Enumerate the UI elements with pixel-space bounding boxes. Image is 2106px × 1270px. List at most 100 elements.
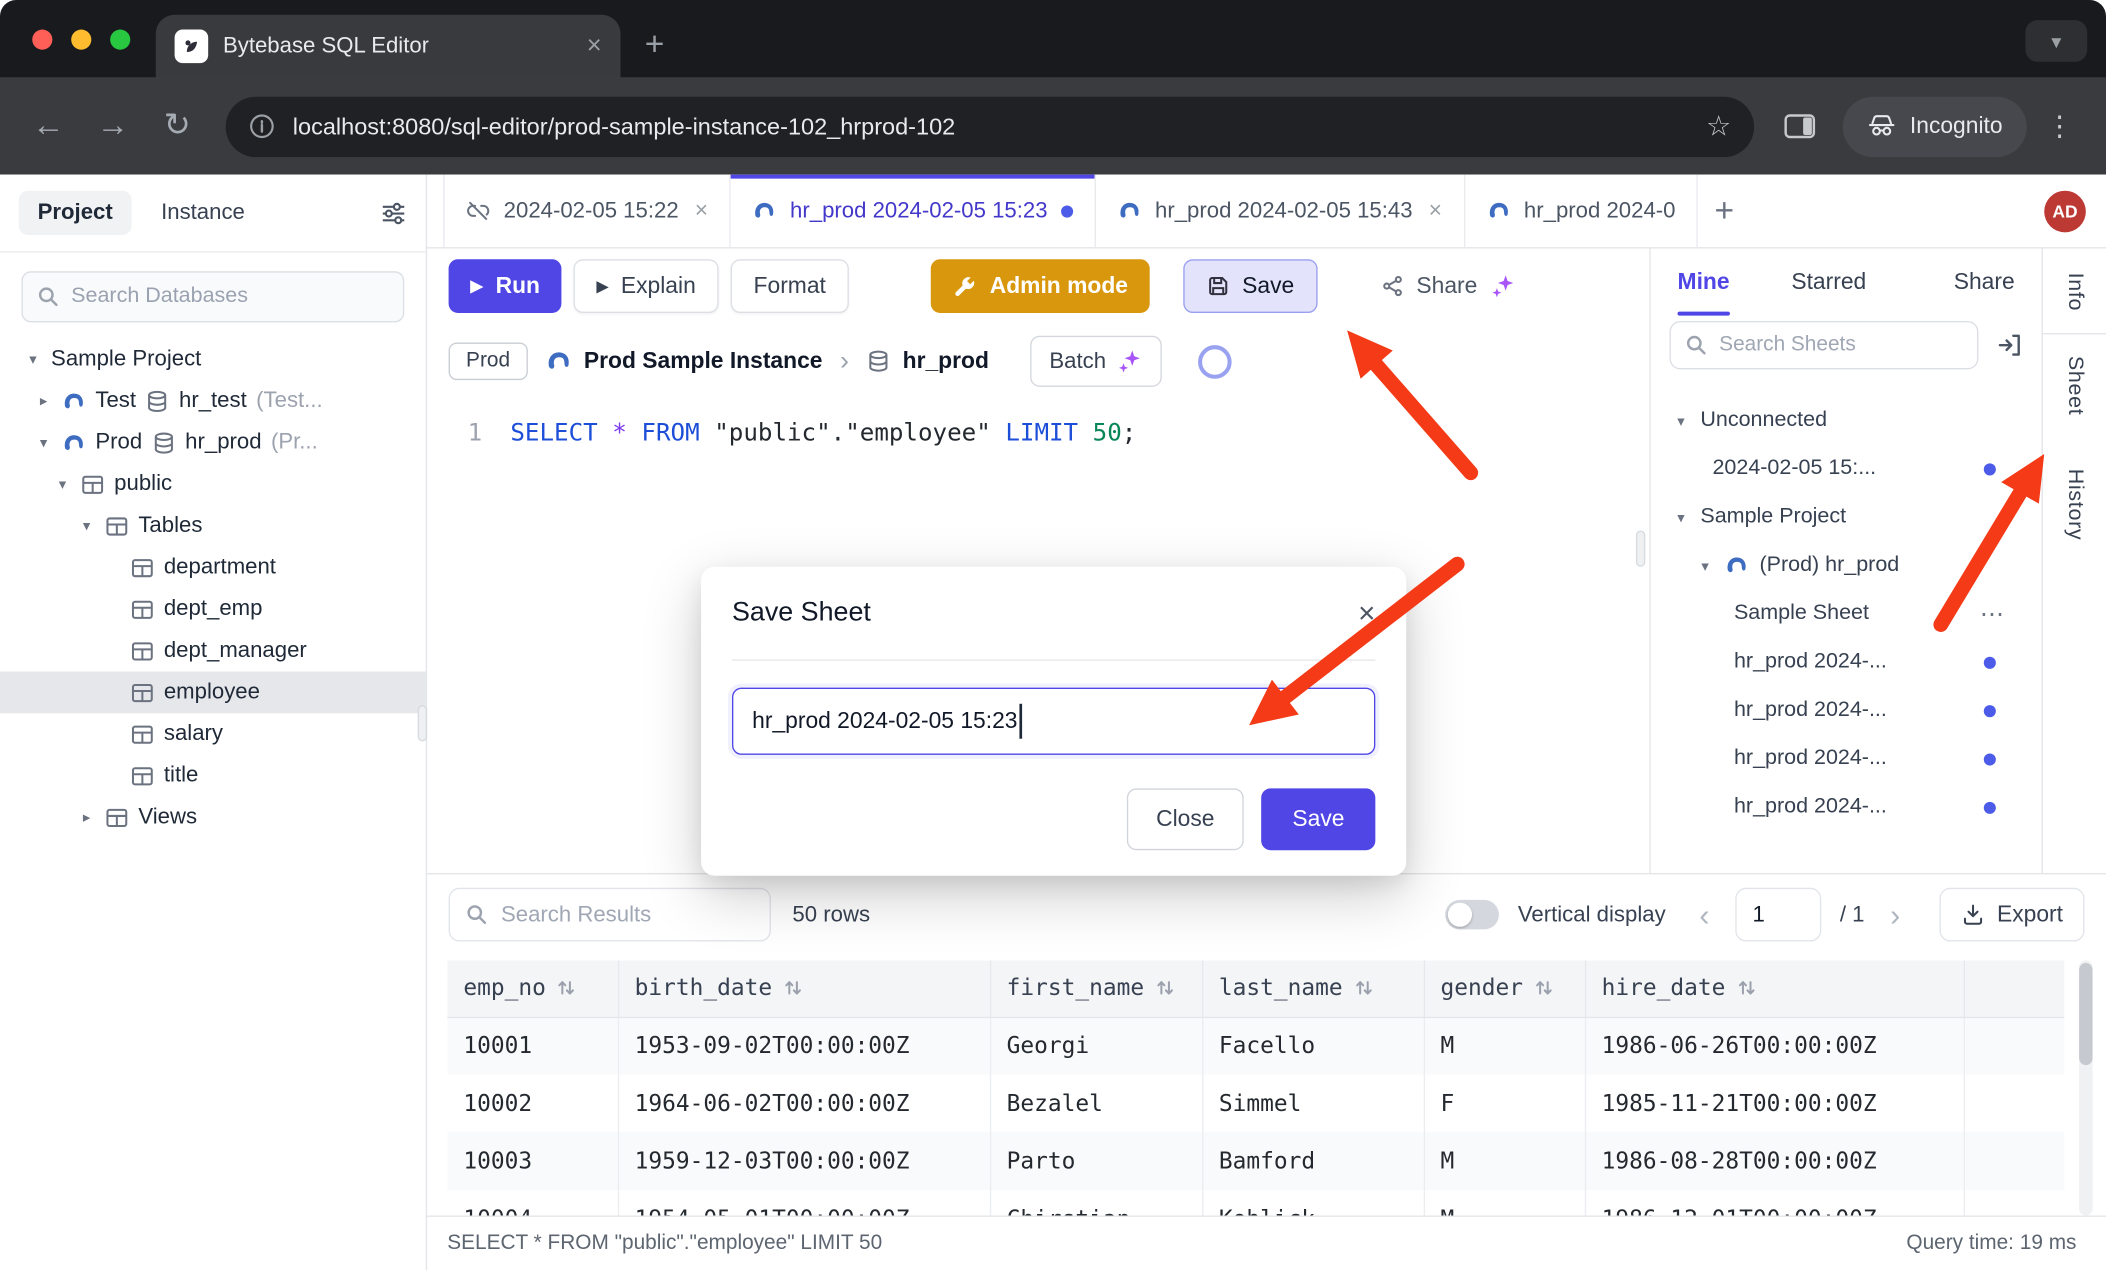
window-minimize-button[interactable] (71, 30, 91, 50)
open-sheet-icon[interactable] (1996, 332, 2023, 359)
chevron-right-icon[interactable]: ▸ (35, 392, 52, 409)
close-icon[interactable]: × (695, 197, 708, 224)
tree-node-table-dept-emp[interactable]: dept_emp (0, 588, 426, 630)
sheet-tab-4[interactable]: hr_prod 2024-0 (1465, 175, 1698, 248)
tab-search-button[interactable]: ▾ (2025, 20, 2087, 62)
explain-button[interactable]: ▶ Explain (574, 259, 719, 313)
sheet-item[interactable]: hr_prod 2024-... (1651, 638, 2042, 686)
tree-node-table-department[interactable]: department (0, 547, 426, 589)
sheet-tab-1[interactable]: 2024-02-05 15:22 × (443, 175, 731, 248)
url-text[interactable]: localhost:8080/sql-editor/prod-sample-in… (293, 112, 955, 140)
instance-selector[interactable]: Prod Sample Instance (545, 348, 823, 375)
address-bar[interactable]: localhost:8080/sql-editor/prod-sample-in… (226, 96, 1754, 156)
browser-tab[interactable]: Bytebase SQL Editor × (156, 15, 621, 78)
sheet-group-project[interactable]: ▾ Sample Project (1651, 493, 2042, 541)
share-button[interactable]: Share (1359, 259, 1538, 313)
sort-icon[interactable] (1534, 977, 1554, 997)
tab-starred[interactable]: Starred (1791, 269, 1866, 296)
dialog-save-button[interactable]: Save (1262, 788, 1376, 850)
column-header[interactable]: emp_no (447, 960, 618, 1016)
dialog-close-icon[interactable]: × (1358, 598, 1375, 628)
chevron-down-icon[interactable]: ▾ (1672, 508, 1689, 525)
column-header[interactable]: hire_date (1585, 960, 1964, 1016)
browser-menu-icon[interactable]: ⋮ (2032, 109, 2087, 143)
batch-button[interactable]: Batch (1031, 336, 1163, 387)
prev-page-button[interactable]: ‹ (1693, 899, 1717, 930)
incognito-badge[interactable]: Incognito (1843, 96, 2027, 156)
tree-node-schema-public[interactable]: ▾ public (0, 463, 426, 505)
tree-node-table-title[interactable]: title (0, 755, 426, 797)
sort-icon[interactable] (1736, 977, 1756, 997)
sheet-item[interactable]: hr_prod 2024-... (1651, 686, 2042, 734)
sidebar-resize-handle[interactable] (418, 705, 427, 741)
database-selector[interactable]: hr_prod (866, 348, 989, 375)
sort-icon[interactable] (783, 977, 803, 997)
tab-project[interactable]: Project (19, 191, 132, 235)
filter-settings-icon[interactable] (380, 199, 407, 226)
chevron-down-icon[interactable]: ▾ (1672, 412, 1689, 429)
tree-node-table-dept-manager[interactable]: dept_manager (0, 630, 426, 672)
column-header[interactable]: gender (1424, 960, 1585, 1016)
window-close-button[interactable] (32, 30, 52, 50)
tree-node-hr-prod[interactable]: ▾ Prod hr_prod (Pr... (0, 422, 426, 464)
forward-button[interactable]: → (83, 110, 142, 142)
new-tab-button[interactable]: + (645, 28, 665, 62)
sheet-group-unconnected[interactable]: ▾ Unconnected (1651, 396, 2042, 444)
sort-icon[interactable] (1353, 977, 1373, 997)
sheet-item[interactable]: 2024-02-05 15:... (1651, 445, 2042, 493)
vertical-display-toggle[interactable] (1445, 900, 1499, 930)
export-button[interactable]: Export (1939, 888, 2084, 942)
sheet-item[interactable]: hr_prod 2024-... (1651, 783, 2042, 831)
format-button[interactable]: Format (731, 259, 849, 313)
column-header[interactable]: birth_date (618, 960, 990, 1016)
back-button[interactable]: ← (19, 110, 78, 142)
sheet-tab-2-active[interactable]: hr_prod 2024-02-05 15:23 (731, 175, 1096, 248)
save-button[interactable]: Save (1183, 259, 1317, 313)
sheet-search[interactable] (1669, 321, 1978, 369)
new-sheet-tab-button[interactable]: + (1714, 194, 1734, 228)
tab-instance[interactable]: Instance (145, 191, 261, 235)
results-search[interactable] (449, 888, 771, 942)
schema-info-circle-icon[interactable] (1199, 345, 1233, 379)
tree-node-hr-test[interactable]: ▸ Test hr_test (Test... (0, 380, 426, 422)
sort-icon[interactable] (1155, 977, 1175, 997)
chevron-down-icon[interactable]: ▾ (1696, 557, 1713, 574)
results-scrollbar-thumb[interactable] (2079, 963, 2092, 1065)
chevron-down-icon[interactable]: ▾ (54, 475, 71, 492)
sheet-tab-3[interactable]: hr_prod 2024-02-05 15:43 × (1096, 175, 1465, 248)
environment-chip[interactable]: Prod (449, 342, 528, 380)
tab-close-icon[interactable]: × (587, 34, 602, 60)
column-header[interactable]: first_name (990, 960, 1202, 1016)
dialog-close-button[interactable]: Close (1127, 788, 1244, 850)
database-search-input[interactable] (71, 285, 389, 309)
chevron-right-icon[interactable]: ▸ (78, 809, 95, 826)
tree-node-table-employee[interactable]: employee (0, 672, 426, 714)
sort-icon[interactable] (557, 977, 577, 997)
sheet-search-input[interactable] (1719, 333, 1963, 357)
bookmark-star-icon[interactable]: ☆ (1706, 109, 1731, 143)
side-panel-icon[interactable] (1773, 113, 1827, 140)
sheet-item-sample[interactable]: Sample Sheet ⋯ (1651, 590, 2042, 638)
sheet-item[interactable]: hr_prod 2024-... (1651, 735, 2042, 783)
tab-info[interactable]: Info (2062, 273, 2086, 312)
site-info-icon[interactable] (248, 113, 275, 140)
tab-sheet[interactable]: Sheet (2062, 356, 2086, 416)
close-icon[interactable]: × (1429, 197, 1442, 224)
chevron-down-icon[interactable]: ▾ (24, 351, 41, 368)
sheet-db-node[interactable]: ▾ (Prod) hr_prod (1651, 541, 2042, 589)
sheet-title-input[interactable]: hr_prod 2024-02-05 15:23 (732, 688, 1375, 755)
page-input[interactable] (1735, 888, 1821, 942)
window-zoom-button[interactable] (110, 30, 130, 50)
tree-node-project[interactable]: ▾ Sample Project (0, 338, 426, 380)
database-search[interactable] (21, 271, 404, 322)
results-search-input[interactable] (501, 902, 755, 928)
admin-mode-button[interactable]: Admin mode (931, 259, 1150, 313)
tab-history[interactable]: History (2062, 469, 2086, 541)
tab-mine[interactable]: Mine (1678, 248, 1730, 315)
tab-shared[interactable]: Share (1954, 269, 2015, 296)
chevron-down-icon[interactable]: ▾ (35, 434, 52, 451)
run-button[interactable]: ▶ Run (449, 259, 562, 313)
tree-node-tables-group[interactable]: ▾ Tables (0, 505, 426, 547)
tree-node-table-salary[interactable]: salary (0, 713, 426, 755)
reload-button[interactable]: ↻ (148, 110, 207, 142)
